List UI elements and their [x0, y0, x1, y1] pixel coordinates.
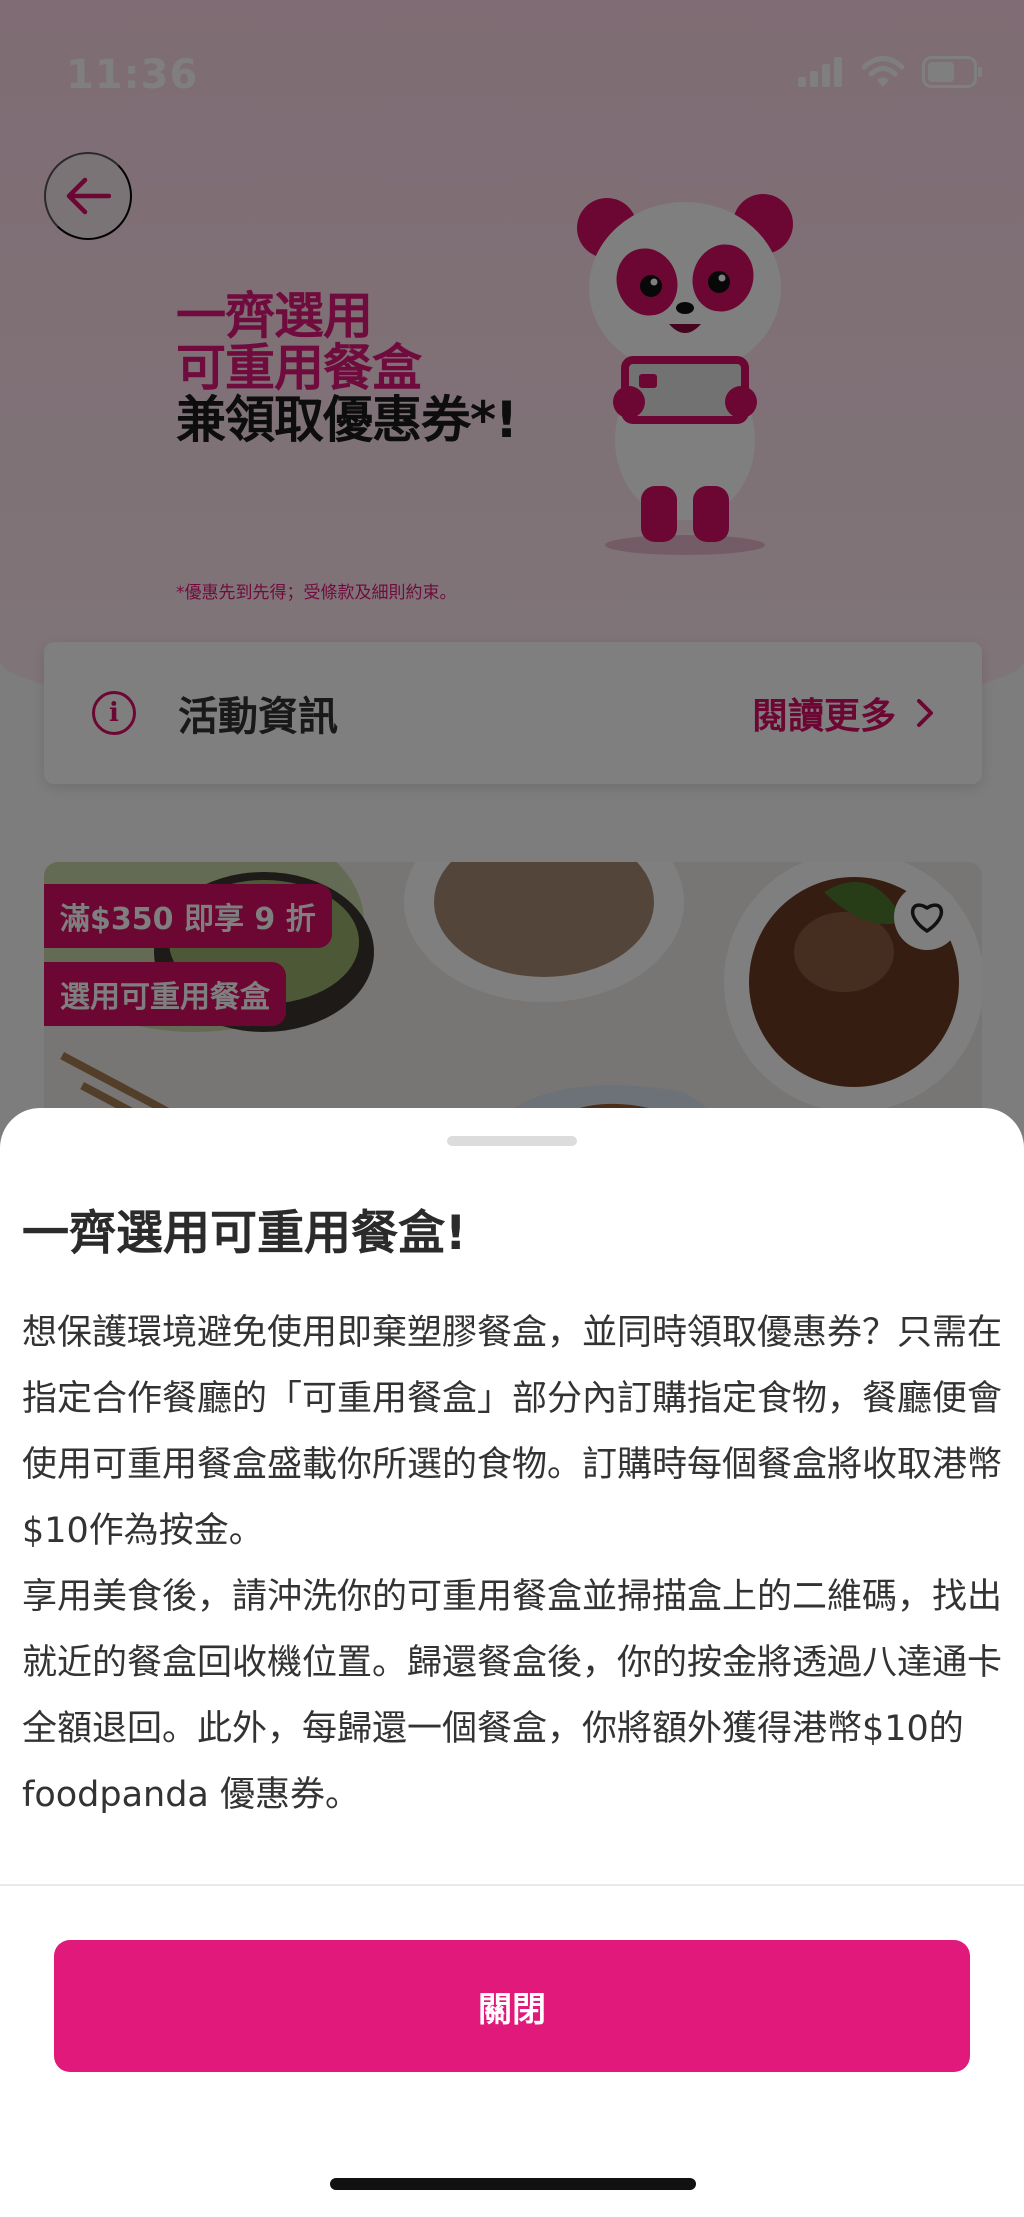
sheet-paragraph: 想保護環境避免使用即棄塑膠餐盒，並同時領取優惠券？只需在指定合作餐廳的「可重用餐…: [22, 1313, 1003, 1551]
bottom-sheet: 一齊選用可重用餐盒! 想保護環境避免使用即棄塑膠餐盒，並同時領取優惠券？只需在指…: [0, 1108, 1024, 2217]
close-button[interactable]: 關閉: [54, 1940, 970, 2072]
home-indicator: [330, 2178, 696, 2190]
sheet-paragraph: 享用美食後，請沖洗你的可重用餐盒並掃描盒上的二維碼，找出就近的餐盒回收機位置。歸…: [22, 1577, 1003, 1815]
sheet-divider: [0, 1884, 1024, 1886]
sheet-body: 想保護環境避免使用即棄塑膠餐盒，並同時領取優惠券？只需在指定合作餐廳的「可重用餐…: [22, 1300, 1002, 1828]
sheet-grabber[interactable]: [447, 1136, 577, 1146]
sheet-title: 一齊選用可重用餐盒!: [22, 1206, 467, 1261]
